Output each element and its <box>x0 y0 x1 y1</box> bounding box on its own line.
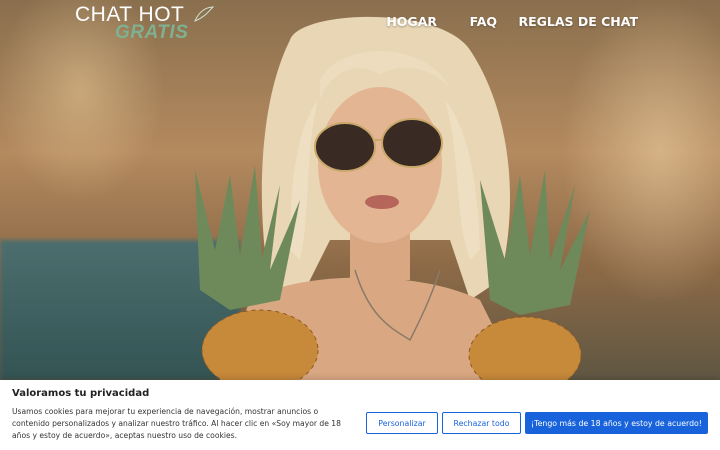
hero-image <box>195 16 590 380</box>
cookie-banner: Valoramos tu privacidad Usamos cookies p… <box>0 380 720 450</box>
accept-button[interactable]: ¡Tengo más de 18 años y estoy de acuerdo… <box>525 412 708 434</box>
leaf-icon <box>194 6 215 22</box>
hero-background <box>0 0 720 380</box>
cookie-banner-title: Valoramos tu privacidad <box>12 388 150 399</box>
nav-item-hogar[interactable]: HOGAR <box>386 14 437 29</box>
customize-button[interactable]: Personalizar <box>366 412 438 434</box>
site-logo[interactable]: CHAT HOT GRATIS <box>75 3 225 45</box>
logo-bottom-text: GRATIS <box>115 22 189 43</box>
nav-item-faq[interactable]: FAQ <box>470 14 497 29</box>
cookie-banner-text: Usamos cookies para mejorar tu experienc… <box>12 407 341 440</box>
reject-all-button[interactable]: Rechazar todo <box>442 412 521 434</box>
nav-item-reglas-de-chat[interactable]: REGLAS DE CHAT <box>518 14 638 29</box>
